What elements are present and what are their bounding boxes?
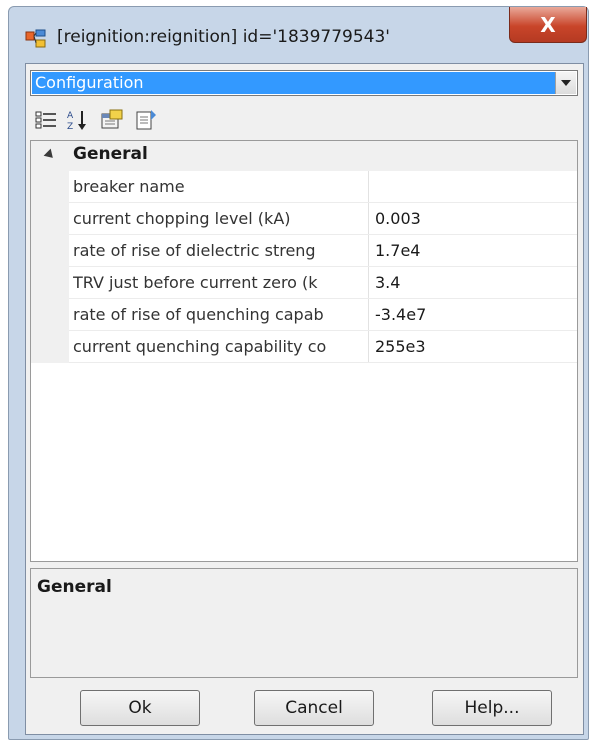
property-name: rate of rise of dielectric streng: [73, 235, 369, 266]
property-pages-icon[interactable]: [100, 108, 124, 132]
cancel-button[interactable]: Cancel: [254, 690, 374, 726]
close-icon: X: [540, 12, 556, 37]
property-name: TRV just before current zero (k: [73, 267, 369, 298]
property-value[interactable]: 1.7e4: [375, 235, 577, 266]
property-value[interactable]: [375, 171, 577, 202]
property-name: breaker name: [73, 171, 369, 202]
property-value[interactable]: 3.4: [375, 267, 577, 298]
property-row[interactable]: current quenching capability co 255e3: [69, 331, 577, 363]
collapse-triangle-icon[interactable]: [43, 148, 57, 162]
alphabetical-sort-icon[interactable]: A Z: [66, 108, 90, 132]
property-panel: Configuration A Z General breaker name c…: [25, 63, 584, 735]
property-row[interactable]: rate of rise of quenching capab -3.4e7: [69, 299, 577, 331]
events-icon[interactable]: [134, 108, 158, 132]
property-row[interactable]: rate of rise of dielectric streng 1.7e4: [69, 235, 577, 267]
property-row[interactable]: TRV just before current zero (k 3.4: [69, 267, 577, 299]
property-name: rate of rise of quenching capab: [73, 299, 369, 330]
component-icon: [25, 29, 47, 49]
dialog-window: [reignition:reignition] id='1839779543' …: [8, 6, 589, 740]
categorized-view-icon[interactable]: [34, 108, 58, 132]
dropdown-selected-value: Configuration: [32, 72, 555, 94]
property-toolbar: A Z: [30, 104, 578, 134]
category-label: General: [73, 144, 148, 164]
property-name: current quenching capability co: [73, 331, 369, 362]
description-title: General: [37, 577, 112, 597]
category-row-general[interactable]: General: [31, 141, 577, 171]
object-selector-dropdown[interactable]: Configuration: [30, 70, 578, 96]
description-pane: General: [30, 568, 578, 678]
svg-text:Z: Z: [67, 122, 73, 131]
dropdown-arrow-icon[interactable]: [555, 72, 576, 94]
property-value[interactable]: 255e3: [375, 331, 577, 362]
property-gutter: [31, 171, 69, 363]
property-name: current chopping level (kA): [73, 203, 369, 234]
property-row[interactable]: current chopping level (kA) 0.003: [69, 203, 577, 235]
property-grid: General breaker name current chopping le…: [30, 140, 578, 562]
title-bar[interactable]: [reignition:reignition] id='1839779543' …: [9, 7, 588, 57]
property-row[interactable]: breaker name: [69, 171, 577, 203]
svg-text:A: A: [67, 111, 74, 121]
property-value[interactable]: -3.4e7: [375, 299, 577, 330]
ok-button[interactable]: Ok: [80, 690, 200, 726]
property-value[interactable]: 0.003: [375, 203, 577, 234]
window-title: [reignition:reignition] id='1839779543': [57, 27, 390, 47]
help-button[interactable]: Help...: [432, 690, 552, 726]
close-button[interactable]: X: [509, 7, 587, 43]
